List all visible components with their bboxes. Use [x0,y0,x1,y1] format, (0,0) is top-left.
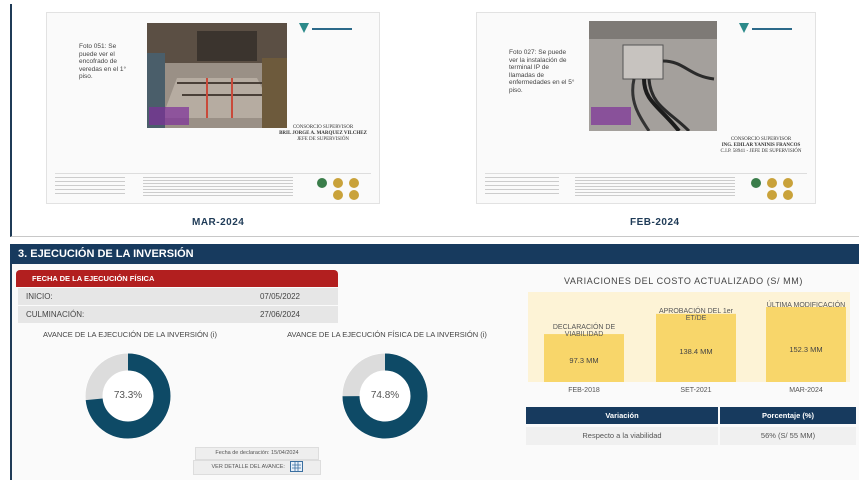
photo-month-label: MAR-2024 [192,217,245,228]
footer-text-block [143,177,293,197]
physical-progress-title: AVANCE DE LA EJECUCIÓN FÍSICA DE LA INVE… [287,330,487,339]
bar-category-label: APROBACIÓN DEL 1er ET/DE [658,308,734,322]
construction-photo [147,23,287,128]
bar-value-label: 138.4 MM [679,347,713,356]
photo-caption: Foto 027: Se puede ver la instalación de… [509,49,575,94]
view-progress-detail-label: VER DETALLE DEL AVANCE: [211,464,285,470]
certification-seal-icon [783,178,793,188]
bar-category-label: DECLARACIÓN DE VIABILIDAD [552,324,616,338]
variation-column-header: Variación [526,407,718,424]
start-date-row: INICIO: 07/05/2022 [18,288,338,305]
bar-value-label: 97.3 MM [569,356,599,365]
end-date-label: CULMINACIÓN: [26,310,85,319]
percentage-column-header: Porcentaje (%) [720,407,856,424]
footer-contact-block [55,177,125,197]
footer-contact-block [485,177,559,197]
x-axis-label: FEB-2018 [568,387,600,394]
view-progress-detail-button[interactable]: VER DETALLE DEL AVANCE: [193,460,321,475]
declaration-date: Fecha de declaración: 15/04/2024 [195,447,319,460]
company-logo [299,23,359,37]
signature-block: CONSORCIO SUPERVISOR ING. EDILAR YANINIS… [711,137,811,155]
document-footer [485,173,807,202]
installation-photo [589,21,717,131]
investment-progress-value: 73.3% [113,390,143,401]
certification-seal-icon [333,190,343,200]
bar-category-label: ÚLTIMA MODIFICACIÓN [766,302,846,309]
certification-seal-icon [333,178,343,188]
chart-title: VARIACIONES DEL COSTO ACTUALIZADO (S/ MM… [564,276,803,286]
photo-month-label: FEB-2024 [630,217,680,228]
start-date-value: 07/05/2022 [259,292,300,301]
photo-document-left: Foto 051: Se puede ver el encofrado de v… [46,12,380,204]
certification-seal-icon [767,178,777,188]
variation-cell: Respecto a la viabilidad [526,427,718,445]
bar-value-label: 152.3 MM [789,345,823,354]
footer-text-block [575,177,735,197]
company-logo [739,23,799,37]
section-title: 3. EJECUCIÓN DE LA INVERSIÓN [10,244,859,264]
x-axis-label: SET-2021 [680,387,712,394]
photo-caption: Foto 051: Se puede ver el encofrado de v… [79,43,127,80]
document-footer [55,173,371,202]
certification-seal-icon [317,178,327,188]
start-date-label: INICIO: [26,292,53,301]
certification-seal-icon [783,190,793,200]
spreadsheet-icon[interactable] [289,461,303,473]
certification-seal-icon [349,190,359,200]
physical-execution-header: FECHA DE LA EJECUCIÓN FÍSICA [16,270,338,287]
signature-block: CONSORCIO SUPERVISOR BRIL JORGE A. MARQU… [273,125,373,143]
end-date-row: CULMINACIÓN: 27/06/2024 [18,306,338,323]
physical-progress-value: 74.8% [370,390,400,401]
signature-line-3: JEFE DE SUPERVISIÓN [296,137,350,142]
end-date-value: 27/06/2024 [259,310,300,319]
investment-progress-title: AVANCE DE LA EJECUCIÓN DE LA INVERSIÓN (… [43,330,217,339]
certification-seal-icon [349,178,359,188]
certification-seal-icon [767,190,777,200]
signature-line-3: C.I.P. 58941 - JEFE DE SUPERVISIÓN [720,149,802,154]
certification-seal-icon [751,178,761,188]
photo-document-right: Foto 027: Se puede ver la instalación de… [476,12,816,204]
x-axis-label: MAR-2024 [789,387,823,394]
percentage-cell: 56% (S/ 55 MM) [720,427,856,445]
